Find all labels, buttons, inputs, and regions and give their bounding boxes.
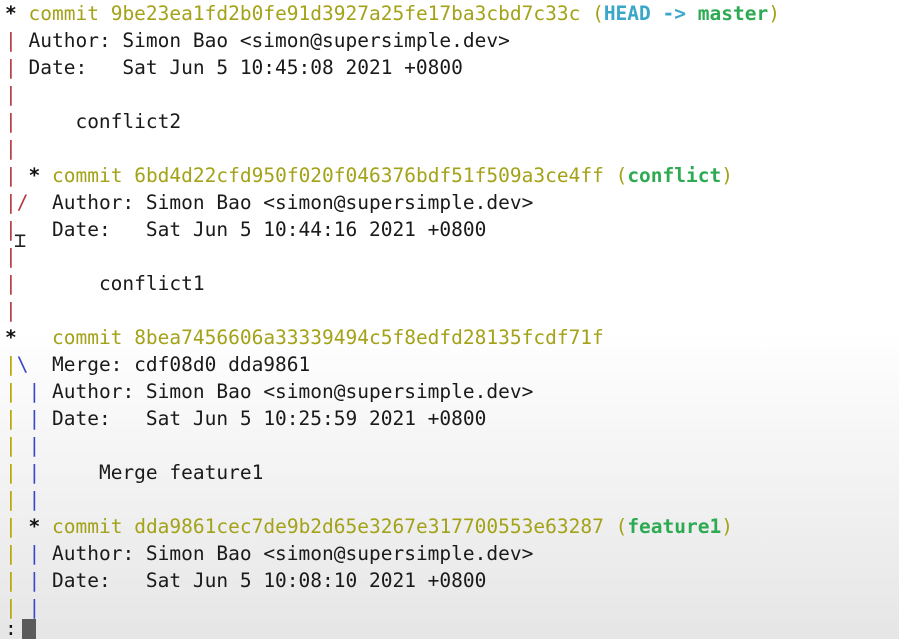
blank-line: | |: [5, 486, 40, 513]
message-line: | conflict2: [5, 108, 181, 135]
graph-edge: |: [5, 164, 17, 187]
commit-label: commit: [52, 515, 123, 538]
commit-line: | * commit dda9861cec7de9b2d65e3267e3177…: [5, 513, 733, 540]
pager-prompt[interactable]: :: [5, 619, 36, 639]
graph-edge: |: [5, 596, 17, 619]
ref-paren-close: ): [721, 515, 733, 538]
graph-edge: |: [5, 542, 17, 565]
commit-author: Author: Simon Bao <simon@supersimple.dev…: [52, 380, 534, 403]
text-cursor: [21, 619, 36, 639]
ibeam-cursor-icon: ⌶: [14, 228, 27, 252]
graph-edge: |: [28, 407, 41, 430]
graph-edge: |: [5, 56, 17, 79]
commit-label: commit: [52, 164, 123, 187]
ref-paren-close: ): [721, 164, 733, 187]
message-line: | conflict1: [5, 270, 205, 297]
commit-author: Author: Simon Bao <simon@supersimple.dev…: [52, 542, 534, 565]
commit-hash: 9be23ea1fd2b0fe91d3927a25fe17ba3cbd7c33c: [110, 2, 581, 25]
graph-edge: |: [5, 488, 17, 511]
commit-author: Author: Simon Bao <simon@supersimple.dev…: [51, 191, 534, 214]
ref-arrow: ->: [662, 2, 687, 25]
graph-edge: |: [28, 542, 41, 565]
graph-edge-branch: \: [16, 353, 29, 376]
graph-edge: |: [5, 434, 17, 457]
graph-edge: |: [28, 461, 41, 484]
graph-edge: |: [28, 434, 41, 457]
commit-date: Date: Sat Jun 5 10:08:10 2021 +0800: [52, 569, 487, 592]
ref-branch: feature1: [627, 515, 722, 538]
graph-edge: |: [28, 488, 41, 511]
commit-line: * commit 9be23ea1fd2b0fe91d3927a25fe17ba…: [5, 0, 780, 27]
graph-node: *: [28, 164, 41, 187]
blank-line: |: [5, 297, 17, 324]
merge-parents: Merge: cdf08d0 dda9861: [51, 353, 311, 376]
commit-hash: 6bd4d22cfd950f020f046376bdf51f509a3ce4ff: [134, 164, 604, 187]
graph-edge: |: [5, 380, 17, 403]
ref-branch: conflict: [627, 164, 722, 187]
commit-label: commit: [28, 2, 99, 25]
commit-author: Author: Simon Bao <simon@supersimple.dev…: [28, 29, 510, 52]
date-line: | | Date: Sat Jun 5 10:25:59 2021 +0800: [5, 405, 486, 432]
commit-hash: 8bea7456606a33339494c5f8edfd28135fcdf71f: [134, 326, 604, 349]
commit-line: | * commit 6bd4d22cfd950f020f046376bdf51…: [5, 162, 733, 189]
ref-paren-open: (: [592, 2, 604, 25]
message-line: | | Merge feature1: [5, 459, 263, 486]
graph-edge-merge: /: [16, 191, 29, 214]
commit-label: commit: [51, 326, 123, 349]
ref-branch: master: [697, 2, 769, 25]
graph-edge: |: [28, 569, 41, 592]
merge-line: |\ Merge: cdf08d0 dda9861: [5, 351, 310, 378]
author-line: | | Author: Simon Bao <simon@supersimple…: [5, 378, 533, 405]
blank-line: | |: [5, 432, 40, 459]
commit-line: * commit 8bea7456606a33339494c5f8edfd281…: [5, 324, 604, 351]
ref-paren-open: (: [615, 164, 628, 187]
ref-head: HEAD: [603, 2, 651, 25]
ref-paren-close: ): [768, 2, 780, 25]
author-line: | Author: Simon Bao <simon@supersimple.d…: [5, 27, 510, 54]
graph-edge: |: [5, 515, 17, 538]
graph-node: *: [28, 515, 41, 538]
blank-line: |: [5, 81, 17, 108]
graph-edge: |: [5, 137, 17, 160]
graph-edge: |: [28, 596, 41, 619]
commit-message: conflict2: [75, 110, 182, 133]
pager-prompt-char: :: [5, 617, 17, 640]
graph-node: *: [5, 2, 17, 25]
ref-paren-open: (: [615, 515, 628, 538]
graph-edge: |: [5, 110, 17, 133]
graph-edge: |: [5, 191, 17, 214]
commit-date: Date: Sat Jun 5 10:44:16 2021 +0800: [51, 218, 487, 241]
graph-edge: |: [5, 299, 17, 322]
commit-date: Date: Sat Jun 5 10:45:08 2021 +0800: [28, 56, 463, 79]
terminal-output[interactable]: * commit 9be23ea1fd2b0fe91d3927a25fe17ba…: [0, 0, 899, 639]
graph-edge: |: [28, 380, 41, 403]
graph-edge: |: [5, 272, 17, 295]
graph-edge: |: [5, 29, 17, 52]
commit-message: Merge feature1: [98, 461, 264, 484]
graph-edge: |: [5, 569, 17, 592]
date-line: | Date: Sat Jun 5 10:44:16 2021 +0800: [5, 216, 486, 243]
graph-edge: |: [5, 83, 17, 106]
commit-hash: dda9861cec7de9b2d65e3267e317700553e63287: [134, 515, 604, 538]
date-line: | Date: Sat Jun 5 10:45:08 2021 +0800: [5, 54, 463, 81]
author-line: | | Author: Simon Bao <simon@supersimple…: [5, 540, 533, 567]
commit-message: conflict1: [98, 272, 205, 295]
author-line: |/ Author: Simon Bao <simon@supersimple.…: [5, 189, 533, 216]
graph-edge: |: [5, 407, 17, 430]
graph-edge: |: [5, 461, 17, 484]
blank-line: |: [5, 135, 17, 162]
graph-edge: |: [5, 353, 17, 376]
graph-node: *: [5, 326, 17, 349]
date-line: | | Date: Sat Jun 5 10:08:10 2021 +0800: [5, 567, 486, 594]
commit-date: Date: Sat Jun 5 10:25:59 2021 +0800: [52, 407, 487, 430]
